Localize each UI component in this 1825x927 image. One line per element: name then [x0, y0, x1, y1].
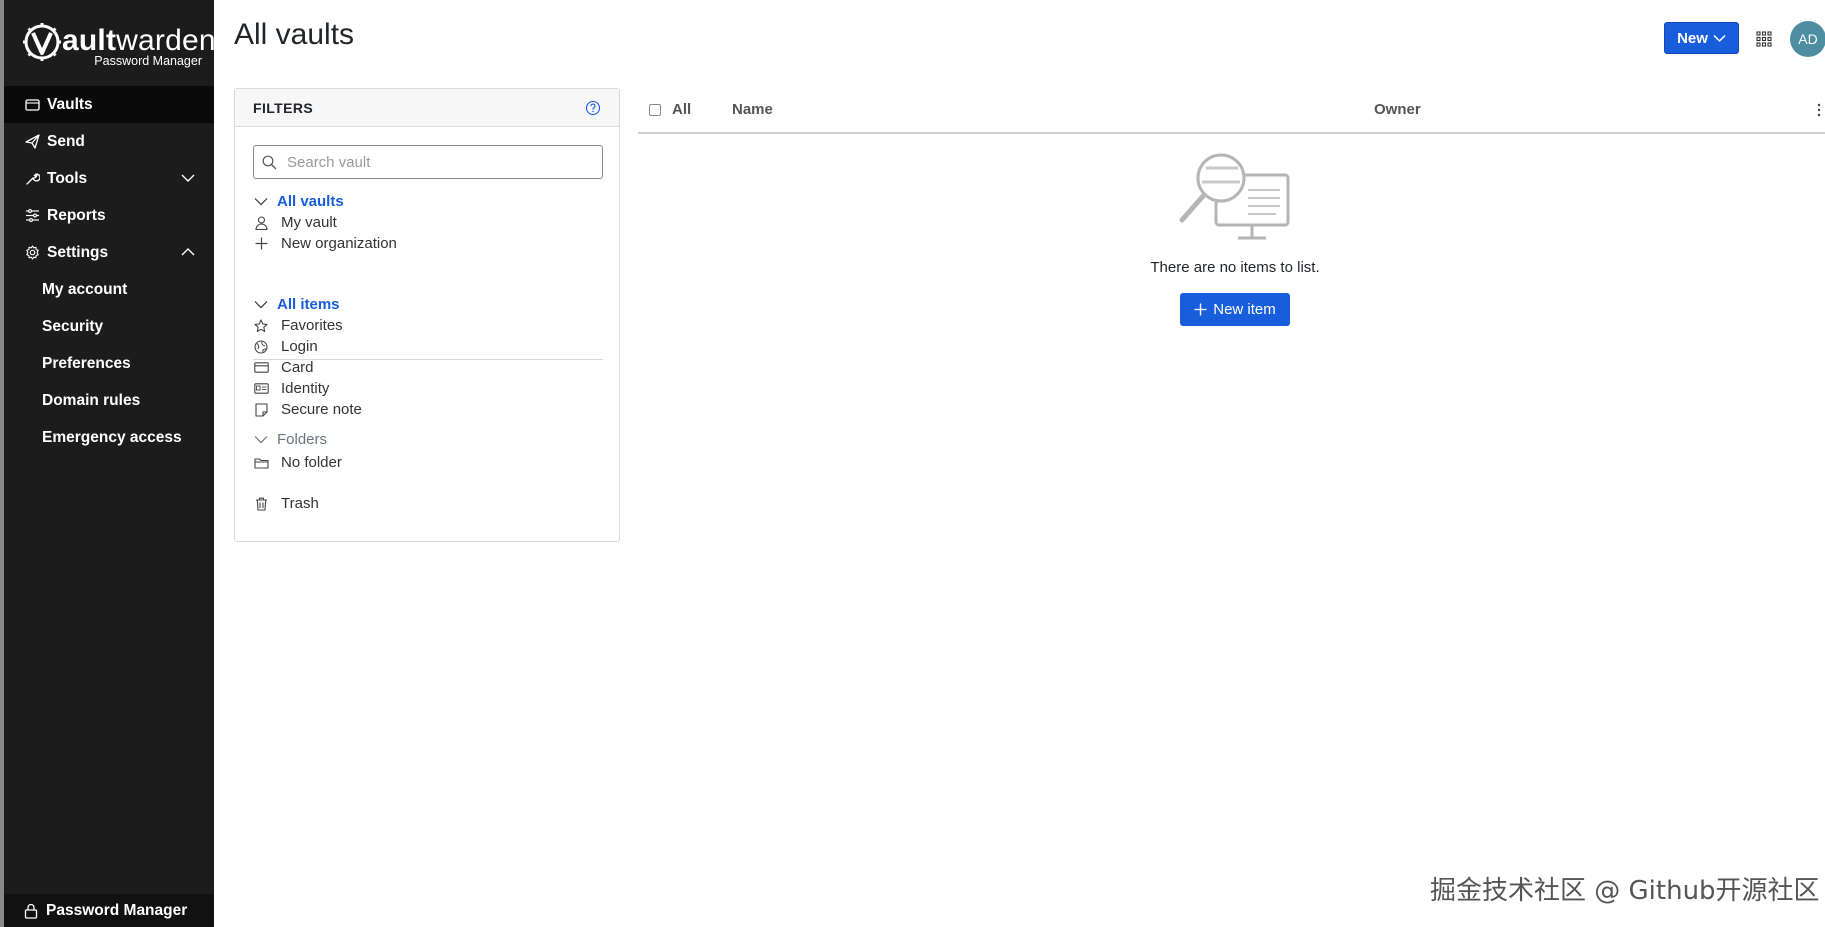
- product-switcher-password-manager[interactable]: Password Manager: [4, 894, 214, 927]
- sidebar-item-preferences[interactable]: Preferences: [4, 345, 214, 382]
- vaultwarden-gear-logo-icon: [23, 23, 61, 61]
- vault-table-header: All Name Owner: [638, 88, 1825, 134]
- plus-icon: [1194, 303, 1207, 316]
- sidebar-item-label: Send: [47, 132, 85, 150]
- filter-label: Card: [281, 359, 314, 376]
- filter-label: New organization: [281, 235, 397, 252]
- folder-icon: [253, 455, 269, 471]
- sidebar-item-tools[interactable]: Tools: [4, 160, 214, 197]
- brand-subtitle: Password Manager: [94, 54, 202, 68]
- filter-label: Identity: [281, 380, 330, 397]
- question-circle-icon[interactable]: [585, 100, 601, 116]
- column-all[interactable]: All: [672, 101, 691, 118]
- filter-label: No folder: [281, 454, 342, 471]
- filter-no-folder[interactable]: No folder: [253, 452, 342, 473]
- search-vault-input[interactable]: [285, 152, 589, 172]
- filters-panel: FILTERS All vaults My vault New organiza…: [234, 88, 620, 542]
- sidebar-item-label: Reports: [47, 206, 106, 224]
- select-all-checkbox[interactable]: [649, 104, 661, 116]
- filter-identity[interactable]: Identity: [253, 378, 329, 399]
- search-vault-field: [253, 145, 603, 179]
- page-title: All vaults: [234, 18, 355, 51]
- globe-icon: [253, 339, 269, 355]
- sidebar-nav: Vaults Send Tools Reports Settings My ac…: [4, 86, 214, 456]
- sidebar-item-domain-rules[interactable]: Domain rules: [4, 382, 214, 419]
- star-icon: [253, 318, 269, 334]
- sidebar-item-security[interactable]: Security: [4, 308, 214, 345]
- send-icon: [24, 134, 40, 150]
- empty-search-illustration-icon: [1179, 153, 1290, 240]
- chevron-down-icon: [181, 174, 195, 182]
- new-item-button[interactable]: New item: [1180, 293, 1290, 326]
- plus-icon: [253, 236, 269, 252]
- sidebar-item-settings[interactable]: Settings: [4, 234, 214, 271]
- filter-label: Favorites: [281, 317, 343, 334]
- filter-label: All vaults: [277, 193, 344, 210]
- chevron-down-icon: [1713, 34, 1726, 42]
- filter-card[interactable]: Card: [253, 357, 314, 378]
- chevron-down-icon: [253, 194, 269, 210]
- sliders-icon: [24, 208, 40, 224]
- filter-label: Folders: [277, 431, 328, 448]
- sidebar-item-send[interactable]: Send: [4, 123, 214, 160]
- filter-label: All items: [277, 296, 340, 313]
- sidebar-item-label: Settings: [47, 243, 109, 261]
- filter-login[interactable]: Login: [253, 336, 318, 357]
- filters-header: FILTERS: [235, 89, 619, 127]
- filter-all-items[interactable]: All items: [253, 294, 340, 315]
- filter-label: Trash: [281, 495, 319, 512]
- sidebar-item-emergency-access[interactable]: Emergency access: [4, 419, 214, 456]
- search-icon: [262, 155, 277, 169]
- product-switcher-grid-icon[interactable]: [1756, 31, 1772, 47]
- sidebar-item-my-account[interactable]: My account: [4, 271, 214, 308]
- trash-icon: [253, 496, 269, 512]
- credit-card-icon: [253, 360, 269, 376]
- wrench-icon: [24, 171, 40, 187]
- sidebar: aultwarden Password Manager Vaults Send …: [4, 0, 216, 927]
- filter-favorites[interactable]: Favorites: [253, 315, 343, 336]
- avatar[interactable]: AD: [1790, 21, 1825, 57]
- filter-secure-note[interactable]: Secure note: [253, 399, 362, 420]
- new-item-label: New item: [1213, 301, 1276, 318]
- gear-icon: [24, 245, 40, 261]
- sidebar-item-label: Tools: [47, 169, 88, 187]
- brand-wordmark: aultwarden: [62, 24, 216, 57]
- filter-label: Secure note: [281, 401, 362, 418]
- filter-new-organization[interactable]: New organization: [253, 233, 397, 254]
- filter-trash[interactable]: Trash: [253, 493, 319, 514]
- vault-icon: [24, 97, 40, 113]
- chevron-down-icon: [253, 432, 269, 448]
- filter-folders[interactable]: Folders: [253, 429, 327, 450]
- sidebar-item-reports[interactable]: Reports: [4, 197, 214, 234]
- filters-title: FILTERS: [253, 99, 314, 116]
- vaultwarden-logo[interactable]: aultwarden Password Manager: [22, 22, 216, 70]
- filter-label: Login: [281, 338, 318, 355]
- new-button[interactable]: New: [1664, 22, 1739, 54]
- column-owner[interactable]: Owner: [1374, 101, 1421, 118]
- filter-my-vault[interactable]: My vault: [253, 212, 337, 233]
- watermark-text: 掘金技术社区 @ Github开源社区: [1430, 876, 1820, 906]
- column-name[interactable]: Name: [732, 101, 773, 118]
- filter-label: My vault: [281, 214, 337, 231]
- kebab-menu-icon[interactable]: [1817, 102, 1821, 118]
- lock-icon: [24, 903, 38, 919]
- product-switcher-label: Password Manager: [46, 901, 188, 919]
- new-button-label: New: [1677, 29, 1708, 47]
- sidebar-item-label: Vaults: [47, 95, 93, 113]
- chevron-down-icon: [253, 297, 269, 313]
- chevron-up-icon: [181, 248, 195, 256]
- empty-state-message: There are no items to list.: [1150, 259, 1320, 276]
- user-icon: [253, 215, 269, 231]
- id-card-icon: [253, 381, 269, 397]
- filter-all-vaults[interactable]: All vaults: [253, 191, 344, 212]
- sidebar-item-vaults[interactable]: Vaults: [4, 86, 214, 123]
- sticky-note-icon: [253, 402, 269, 418]
